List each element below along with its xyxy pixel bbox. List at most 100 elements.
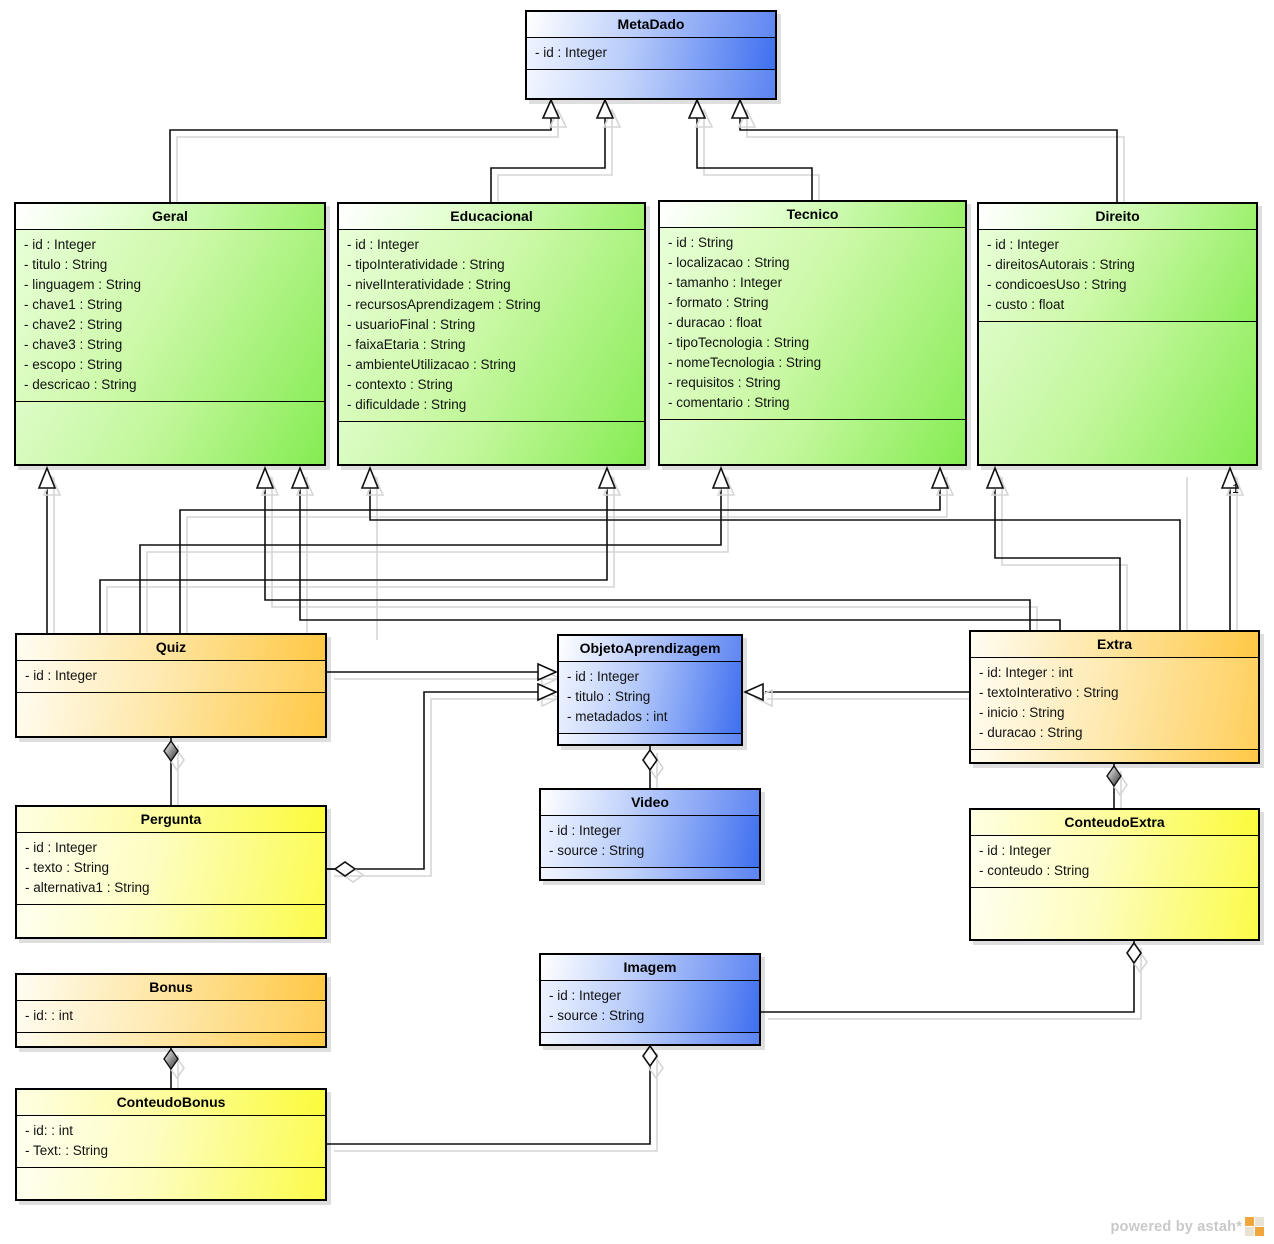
attribute-row: - id: : int — [25, 1123, 74, 1138]
attribute-row: - id : Integer — [535, 45, 608, 60]
class-name-metadado: MetaDado — [527, 12, 775, 38]
attribute-row: - id: : int — [25, 1008, 74, 1023]
attribute-compartment-imagem: - id : Integer - source : String — [541, 981, 759, 1033]
attribute-row: - id : Integer — [549, 988, 622, 1003]
class-name-bonus: Bonus — [17, 975, 325, 1001]
attribute-row: - source : String — [549, 1008, 645, 1023]
operation-compartment-quiz — [17, 693, 325, 736]
attribute-row: - id : String — [668, 235, 734, 250]
class-direito[interactable]: Direito - id : Integer - direitosAutorais … — [977, 202, 1258, 466]
class-objetoaprendizagem[interactable]: ObjetoAprendizagem - id : Integer - titulo… — [557, 634, 743, 746]
attribute-row: - chave3 : String — [24, 337, 123, 352]
class-name-imagem: Imagem — [541, 955, 759, 981]
uml-class-diagram-canvas: .ln{stroke:#111;stroke-width:1.6;fill:no… — [0, 0, 1274, 1244]
class-name-educacional: Educacional — [339, 204, 644, 230]
attribute-compartment-metadado: - id : Integer — [527, 38, 775, 70]
class-name-video: Video — [541, 790, 759, 816]
attribute-row: - formato : String — [668, 295, 769, 310]
class-name-pergunta: Pergunta — [17, 807, 325, 833]
attribute-row: - source : String — [549, 843, 645, 858]
class-name-geral: Geral — [16, 204, 324, 230]
class-tecnico[interactable]: Tecnico - id : String - localizacao : Stri… — [658, 200, 967, 466]
attribute-row: - recursosAprendizagem : String — [347, 297, 541, 312]
attribute-compartment-bonus: - id: : int — [17, 1001, 325, 1033]
attribute-row: - escopo : String — [24, 357, 123, 372]
attribute-row: - direitosAutorais : String — [987, 257, 1135, 272]
astah-logo-icon — [1245, 1217, 1264, 1236]
attribute-compartment-conteudobonus: - id: : int - Text: : String — [17, 1116, 325, 1168]
attribute-row: - id : Integer — [549, 823, 622, 838]
attribute-row: - nivelInteratividade : String — [347, 277, 511, 292]
class-bonus[interactable]: Bonus - id: : int — [15, 973, 327, 1048]
attribute-row: - comentario : String — [668, 395, 790, 410]
attribute-row: - inicio : String — [979, 705, 1065, 720]
class-imagem[interactable]: Imagem - id : Integer - source : String — [539, 953, 761, 1046]
attribute-row: - id : Integer — [25, 840, 98, 855]
operation-compartment-conteudoextra — [971, 888, 1258, 939]
attribute-compartment-direito: - id : Integer - direitosAutorais : Strin… — [979, 230, 1256, 322]
class-metadado[interactable]: MetaDado - id : Integer — [525, 10, 777, 100]
attribute-row: - id : Integer — [979, 843, 1052, 858]
operation-compartment-conteudobonus — [17, 1168, 325, 1199]
attribute-row: - chave2 : String — [24, 317, 123, 332]
attribute-row: - titulo : String — [567, 689, 651, 704]
attribute-row: - requisitos : String — [668, 375, 781, 390]
astah-watermark: powered by astah* — [1110, 1217, 1264, 1236]
attribute-row: - id : Integer — [25, 668, 98, 683]
class-name-direito: Direito — [979, 204, 1256, 230]
operation-compartment-video — [541, 868, 759, 879]
attribute-row: - tipoTecnologia : String — [668, 335, 810, 350]
attribute-compartment-pergunta: - id : Integer - texto : String - alternat… — [17, 833, 325, 905]
attribute-row: - duracao : float — [668, 315, 762, 330]
attribute-row: - id : Integer — [987, 237, 1060, 252]
attribute-row: - titulo : String — [24, 257, 108, 272]
attribute-row: - id: Integer : int — [979, 665, 1073, 680]
operation-compartment-geral — [16, 402, 324, 464]
relationship-edges: .ln{stroke:#111;stroke-width:1.6;fill:no… — [37, 98, 1245, 1152]
attribute-row: - contexto : String — [347, 377, 453, 392]
operation-compartment-objetoaprendizagem — [559, 734, 741, 744]
attribute-compartment-educacional: - id : Integer - tipoInteratividade : Str… — [339, 230, 644, 422]
attribute-row: - Text: : String — [25, 1143, 109, 1158]
attribute-row: - dificuldade : String — [347, 397, 467, 412]
class-name-extra: Extra — [971, 632, 1258, 658]
attribute-row: - condicoesUso : String — [987, 277, 1127, 292]
attribute-row: - faixaEtaria : String — [347, 337, 466, 352]
operation-compartment-pergunta — [17, 905, 325, 937]
operation-compartment-imagem — [541, 1033, 759, 1044]
attribute-compartment-geral: - id : Integer - titulo : String - linguag… — [16, 230, 324, 402]
attribute-compartment-objetoaprendizagem: - id : Integer - titulo : String - metadad… — [559, 662, 741, 734]
attribute-row: - tamanho : Integer — [668, 275, 783, 290]
attribute-compartment-extra: - id: Integer : int - textoInterativo : S… — [971, 658, 1258, 750]
attribute-row: - ambienteUtilizacao : String — [347, 357, 516, 372]
operation-compartment-educacional — [339, 422, 644, 464]
attribute-row: - tipoInteratividade : String — [347, 257, 505, 272]
class-name-objetoaprendizagem: ObjetoAprendizagem — [559, 636, 741, 662]
class-name-quiz: Quiz — [17, 635, 325, 661]
class-name-conteudobonus: ConteudoBonus — [17, 1090, 325, 1116]
attribute-row: - duracao : String — [979, 725, 1083, 740]
class-pergunta[interactable]: Pergunta - id : Integer - texto : String - … — [15, 805, 327, 939]
class-quiz[interactable]: Quiz - id : Integer — [15, 633, 327, 738]
class-conteudoextra[interactable]: ConteudoExtra - id : Integer - conteudo : … — [969, 808, 1260, 941]
attribute-row: - texto : String — [25, 860, 110, 875]
attribute-compartment-tecnico: - id : String - localizacao : String - tam… — [660, 228, 965, 420]
class-educacional[interactable]: Educacional - id : Integer - tipoInterativ… — [337, 202, 646, 466]
operation-compartment-tecnico — [660, 420, 965, 464]
attribute-row: - alternativa1 : String — [25, 880, 150, 895]
class-extra[interactable]: Extra - id: Integer : int - textoInterativ… — [969, 630, 1260, 764]
attribute-row: - id : Integer — [567, 669, 640, 684]
class-name-conteudoextra: ConteudoExtra — [971, 810, 1258, 836]
attribute-compartment-video: - id : Integer - source : String — [541, 816, 759, 868]
class-name-tecnico: Tecnico — [660, 202, 965, 228]
attribute-row: - descricao : String — [24, 377, 137, 392]
attribute-row: - localizacao : String — [668, 255, 790, 270]
multiplicity-label: 1 — [1232, 482, 1239, 496]
attribute-row: - id : Integer — [347, 237, 420, 252]
class-conteudobonus[interactable]: ConteudoBonus - id: : int - Text: : String — [15, 1088, 327, 1201]
attribute-row: - conteudo : String — [979, 863, 1090, 878]
class-geral[interactable]: Geral - id : Integer - titulo : String - li… — [14, 202, 326, 466]
class-video[interactable]: Video - id : Integer - source : String — [539, 788, 761, 881]
attribute-row: - id : Integer — [24, 237, 97, 252]
operation-compartment-bonus — [17, 1033, 325, 1046]
